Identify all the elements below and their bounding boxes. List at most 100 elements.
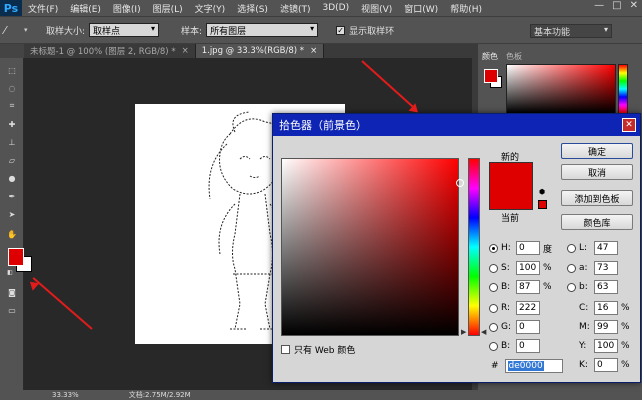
a-channel-radio[interactable] <box>567 263 576 273</box>
ok-button[interactable]: 确定 <box>561 143 633 159</box>
magenta-input[interactable]: 99 <box>594 320 618 334</box>
eraser-tool-icon[interactable]: ▱ <box>6 154 18 166</box>
screen-mode-icon[interactable]: ▭ <box>6 304 18 316</box>
yellow-input[interactable]: 100 <box>594 339 618 353</box>
hex-label: # <box>491 361 499 371</box>
healing-brush-icon[interactable]: ✚ <box>6 118 18 130</box>
hand-tool-icon[interactable]: ✋ <box>6 228 18 240</box>
sample-label: 样本: <box>181 26 203 37</box>
zoom-level[interactable]: 33.33% <box>52 391 79 399</box>
path-select-icon[interactable]: ➤ <box>6 208 18 220</box>
tab-close-icon[interactable]: × <box>182 46 189 56</box>
sample-size-select[interactable]: 取样点 <box>89 23 160 37</box>
new-color-swatch <box>489 162 533 186</box>
color-picker-dialog: 拾色器（前景色） ✕ ▶ ◀ 只有 Web 颜色 新的 当前 ⬢ 确定 取消 添… <box>272 113 641 383</box>
menu-3d[interactable]: 3D(D) <box>316 3 355 13</box>
lasso-tool-icon[interactable]: ◌ <box>6 82 18 94</box>
saturation-radio[interactable] <box>489 263 498 273</box>
eyedropper-icon[interactable]: ⁄ <box>4 24 20 37</box>
tab-untitled-1[interactable]: 未标题-1 @ 100% (图层 2, RGB/8) * × <box>24 44 196 58</box>
panel-foreground-swatch[interactable] <box>484 69 498 83</box>
brightness-input[interactable]: 87 <box>516 280 540 294</box>
menu-image[interactable]: 图像(I) <box>107 2 147 15</box>
marquee-tool-icon[interactable]: ⬚ <box>6 64 18 76</box>
lightness-input[interactable]: 47 <box>594 241 618 255</box>
tab-1-jpg[interactable]: 1.jpg @ 33.3%(RGB/8) * × <box>195 44 325 58</box>
hue-slider-left-arrow-icon[interactable]: ▶ <box>461 328 466 336</box>
a-channel-input[interactable]: 73 <box>594 261 618 275</box>
sample-select[interactable]: 所有图层 <box>206 23 319 37</box>
cancel-button[interactable]: 取消 <box>561 164 633 180</box>
quick-mask-icon[interactable]: ◙ <box>6 286 18 298</box>
crop-tool-icon[interactable]: ⌗ <box>6 100 18 112</box>
menu-select[interactable]: 选择(S) <box>231 2 274 15</box>
tool-preset-arrow-icon[interactable]: ▾ <box>24 26 32 34</box>
photoshop-logo: Ps <box>0 0 22 16</box>
current-color-swatch[interactable] <box>489 186 533 210</box>
toolbox-handle[interactable] <box>0 44 24 58</box>
dialog-close-button[interactable]: ✕ <box>622 118 636 132</box>
panel-color-field[interactable] <box>506 64 616 114</box>
close-window-button[interactable]: ✕ <box>630 0 638 11</box>
hue-slider[interactable] <box>468 158 480 336</box>
menu-layer[interactable]: 图层(L) <box>147 2 189 15</box>
green-label: G: <box>501 322 512 332</box>
hue-radio[interactable] <box>489 243 498 253</box>
hue-slider-right-arrow-icon[interactable]: ◀ <box>481 328 486 336</box>
magenta-unit: % <box>621 322 630 332</box>
tab-color[interactable]: 颜色 <box>478 50 502 62</box>
green-radio[interactable] <box>489 322 498 332</box>
cyan-unit: % <box>621 303 630 313</box>
web-colors-only-checkbox[interactable] <box>281 345 290 354</box>
red-radio[interactable] <box>489 303 498 313</box>
clone-stamp-icon[interactable]: ⊥ <box>6 136 18 148</box>
menu-window[interactable]: 窗口(W) <box>398 2 444 15</box>
menu-view[interactable]: 视图(V) <box>355 2 398 15</box>
yellow-unit: % <box>621 341 630 351</box>
lightness-radio[interactable] <box>567 243 576 253</box>
green-input[interactable]: 0 <box>516 320 540 334</box>
pen-tool-icon[interactable]: ✒ <box>6 190 18 202</box>
hex-input[interactable]: de0000 <box>504 359 563 373</box>
out-of-gamut-warning-icon[interactable]: ⬢ <box>539 188 547 196</box>
b-channel-radio[interactable] <box>567 282 576 292</box>
foreground-color-swatch[interactable] <box>8 248 24 266</box>
color-field-cursor[interactable] <box>456 179 464 187</box>
workspace-select[interactable]: 基本功能 <box>530 24 612 38</box>
minimize-button[interactable]: — <box>594 0 604 11</box>
add-to-swatches-button[interactable]: 添加到色板 <box>561 190 633 206</box>
black-input[interactable]: 0 <box>594 358 618 372</box>
menu-filter[interactable]: 滤镜(T) <box>274 2 317 15</box>
menu-type[interactable]: 文字(Y) <box>189 2 232 15</box>
panel-hue-slider[interactable] <box>618 64 628 114</box>
blue-radio[interactable] <box>489 341 498 351</box>
cyan-input[interactable]: 16 <box>594 301 618 315</box>
saturation-input[interactable]: 100 <box>516 261 540 275</box>
tab-label: 未标题-1 @ 100% (图层 2, RGB/8) * <box>30 47 176 57</box>
hue-label: H: <box>501 243 511 253</box>
status-bar: 33.33% 文档:2.75M/2.92M <box>0 390 642 400</box>
show-sampling-ring-checkbox[interactable]: ✓ <box>336 25 346 35</box>
saturation-brightness-field[interactable] <box>281 158 464 336</box>
dialog-title-text: 拾色器（前景色） <box>279 119 367 132</box>
menu-edit[interactable]: 编辑(E) <box>64 2 107 15</box>
default-colors-icon[interactable]: ◧ <box>4 266 16 278</box>
blue-input[interactable]: 0 <box>516 339 540 353</box>
menu-file[interactable]: 文件(F) <box>22 2 64 15</box>
color-panel-tabs: 颜色 色板 <box>478 50 642 62</box>
gamut-correction-swatch[interactable] <box>538 200 547 209</box>
blue-label: B: <box>501 341 511 351</box>
brightness-label: B: <box>501 282 511 292</box>
brightness-radio[interactable] <box>489 282 498 292</box>
blur-tool-icon[interactable]: ● <box>6 172 18 184</box>
b-channel-input[interactable]: 63 <box>594 280 618 294</box>
tab-close-icon[interactable]: × <box>310 46 317 56</box>
color-libraries-button[interactable]: 颜色库 <box>561 214 633 230</box>
yellow-label: Y: <box>579 341 587 351</box>
tab-swatches[interactable]: 色板 <box>502 50 526 62</box>
menu-help[interactable]: 帮助(H) <box>444 2 488 15</box>
b-channel-label: b: <box>579 282 588 292</box>
hue-input[interactable]: 0 <box>516 241 540 255</box>
maximize-button[interactable]: □ <box>612 0 621 11</box>
red-input[interactable]: 222 <box>516 301 540 315</box>
